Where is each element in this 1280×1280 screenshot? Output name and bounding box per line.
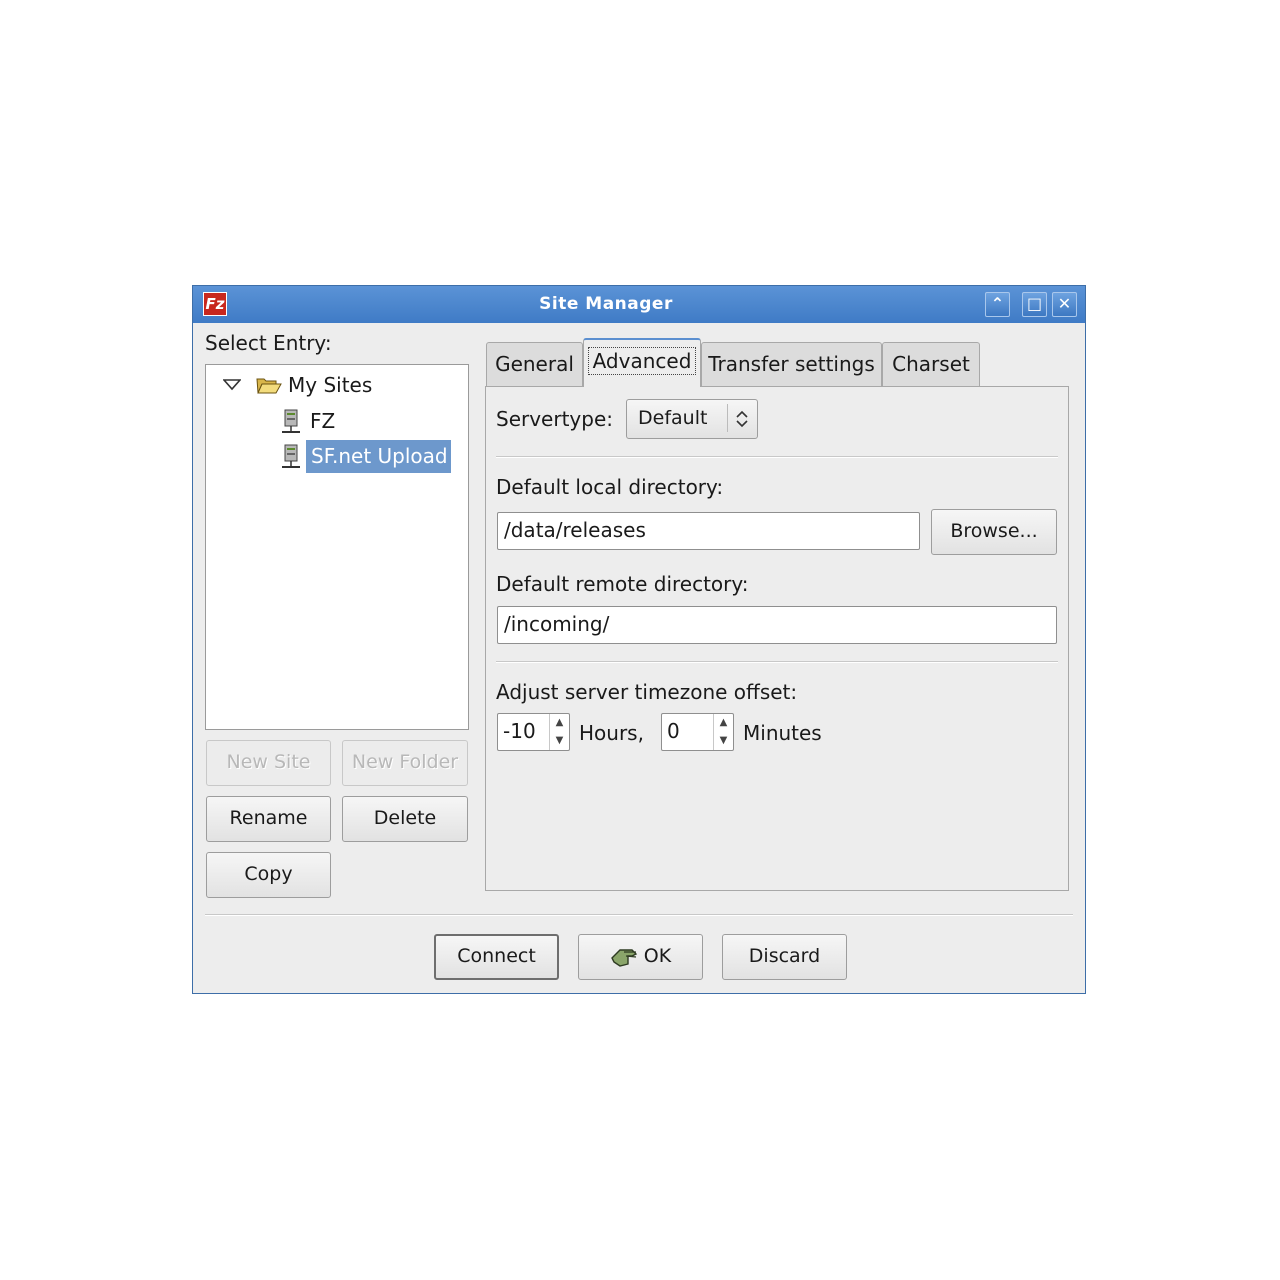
hours-spin-arrows[interactable]: ▲ ▼ — [549, 714, 569, 750]
spin-down-icon[interactable]: ▼ — [550, 732, 569, 750]
minutes-spin-arrows[interactable]: ▲ ▼ — [713, 714, 733, 750]
close-icon: ✕ — [1057, 294, 1072, 313]
site-tree[interactable]: My Sites FZ SF.net Upload — [205, 364, 469, 730]
window-title: Site Manager — [539, 294, 673, 314]
new-site-button[interactable]: New Site — [206, 740, 331, 786]
tab-transfer-settings[interactable]: Transfer settings — [701, 342, 882, 386]
spin-up-icon[interactable]: ▲ — [550, 714, 569, 732]
expander-down-icon[interactable] — [223, 379, 241, 391]
new-folder-button[interactable]: New Folder — [342, 740, 468, 786]
maximize-icon: □ — [1026, 294, 1043, 313]
tree-item-sf-net-upload[interactable]: SF.net Upload — [306, 440, 451, 473]
server-icon — [282, 409, 300, 433]
close-button[interactable]: ✕ — [1052, 292, 1077, 317]
timezone-label: Adjust server timezone offset: — [496, 680, 798, 704]
maximize-button[interactable]: □ — [1022, 292, 1047, 317]
copy-button[interactable]: Copy — [206, 852, 331, 898]
tree-item-fz[interactable]: FZ — [310, 409, 335, 433]
browse-button[interactable]: Browse... — [931, 509, 1057, 555]
title-bar[interactable]: Fz Site Manager ⌃ □ ✕ — [193, 286, 1085, 323]
minimize-button[interactable]: ⌃ — [985, 292, 1010, 317]
local-dir-label: Default local directory: — [496, 475, 724, 499]
tab-charset[interactable]: Charset — [882, 342, 980, 386]
connect-button[interactable]: Connect — [434, 934, 559, 980]
separator — [496, 456, 1058, 458]
servertype-label: Servertype: — [496, 407, 614, 431]
chevron-up-icon: ⌃ — [990, 294, 1005, 313]
footer-separator — [205, 914, 1073, 916]
spin-down-icon[interactable]: ▼ — [714, 732, 733, 750]
discard-button[interactable]: Discard — [722, 934, 847, 980]
minutes-label: Minutes — [743, 721, 822, 745]
tab-advanced[interactable]: Advanced — [583, 338, 701, 387]
hand-ok-icon — [610, 948, 637, 967]
remote-dir-input[interactable]: /incoming/ — [497, 606, 1057, 644]
servertype-select[interactable]: Default — [626, 399, 758, 439]
hours-spinbox[interactable]: -10 ▲ ▼ — [497, 713, 570, 751]
updown-arrows-icon — [736, 410, 748, 428]
hours-label: Hours, — [579, 721, 644, 745]
separator — [496, 661, 1058, 663]
folder-open-icon — [256, 378, 282, 394]
rename-button[interactable]: Rename — [206, 796, 331, 842]
tab-general[interactable]: General — [486, 342, 583, 386]
spin-up-icon[interactable]: ▲ — [714, 714, 733, 732]
minutes-spinbox[interactable]: 0 ▲ ▼ — [661, 713, 734, 751]
server-icon — [282, 444, 300, 468]
ok-button[interactable]: OK — [578, 934, 703, 980]
delete-button[interactable]: Delete — [342, 796, 468, 842]
advanced-tab-panel: Servertype: Default Default local direct… — [485, 386, 1069, 891]
site-manager-window: Fz Site Manager ⌃ □ ✕ Select Entry: My S… — [192, 285, 1086, 994]
remote-dir-label: Default remote directory: — [496, 572, 749, 596]
tree-item-my-sites[interactable]: My Sites — [288, 373, 372, 397]
local-dir-input[interactable]: /data/releases — [497, 512, 920, 550]
select-entry-label: Select Entry: — [205, 331, 332, 355]
